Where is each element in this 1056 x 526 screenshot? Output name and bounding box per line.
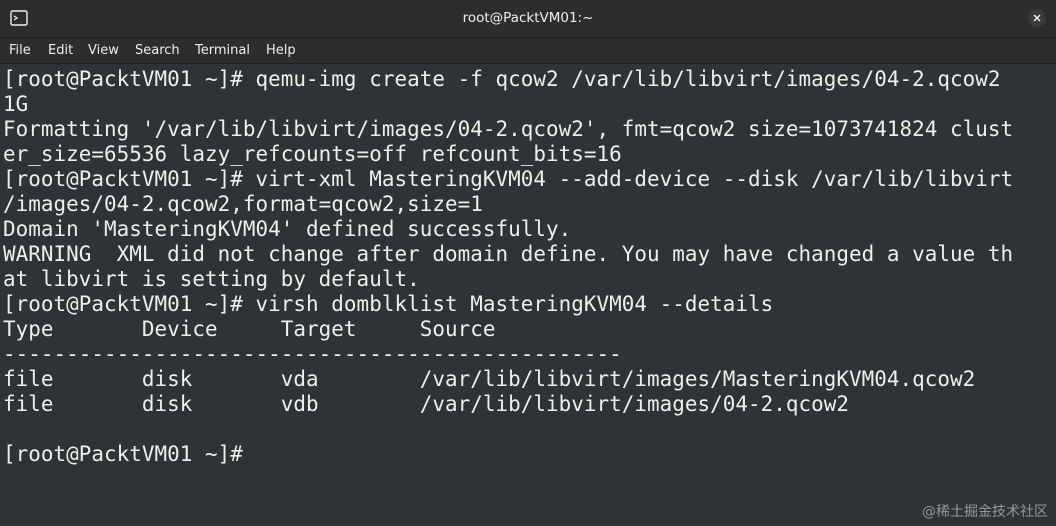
close-icon (1033, 14, 1041, 22)
menu-view[interactable]: View (88, 38, 119, 63)
terminal-line: [root@PacktVM01 ~]# virt-xml MasteringKV… (3, 167, 1014, 191)
menu-help[interactable]: Help (266, 38, 296, 63)
terminal-line: er_size=65536 lazy_refcounts=off refcoun… (3, 142, 622, 166)
window-title: root@PacktVM01:~ (462, 10, 594, 26)
menu-bar: File Edit View Search Terminal Help (0, 38, 1056, 64)
menu-search[interactable]: Search (135, 38, 180, 63)
terminal-prompt: [root@PacktVM01 ~]# (3, 442, 243, 466)
terminal-line: file disk vdb /var/lib/libvirt/images/04… (3, 392, 850, 416)
terminal-line: file disk vda /var/lib/libvirt/images/Ma… (3, 367, 976, 391)
terminal-line: 1G (3, 92, 29, 116)
terminal-window: root@PacktVM01:~ File Edit View Search T… (0, 0, 1056, 526)
terminal-line: /images/04-2.qcow2,format=qcow2,size=1 (3, 192, 483, 216)
terminal-line: Type Device Target Source (3, 317, 496, 341)
terminal-line: ----------------------------------------… (3, 342, 622, 366)
menu-terminal[interactable]: Terminal (195, 38, 250, 63)
terminal-line: [root@PacktVM01 ~]# virsh domblklist Mas… (3, 292, 774, 316)
terminal-line: Domain 'MasteringKVM04' defined successf… (3, 217, 572, 241)
menu-file[interactable]: File (9, 38, 31, 63)
terminal-line: [root@PacktVM01 ~]# qemu-img create -f q… (3, 67, 1001, 91)
menu-edit[interactable]: Edit (48, 38, 73, 63)
title-bar: root@PacktVM01:~ (0, 0, 1056, 38)
terminal-line: Formatting '/var/lib/libvirt/images/04-2… (3, 117, 1014, 141)
watermark: @稀土掘金技术社区 (922, 504, 1048, 520)
terminal-output-area[interactable]: [root@PacktVM01 ~]# qemu-img create -f q… (0, 64, 1056, 526)
terminal-line: at libvirt is setting by default. (3, 267, 420, 291)
terminal-line: WARNING XML did not change after domain … (3, 242, 1014, 266)
close-window-button[interactable] (1028, 9, 1046, 27)
